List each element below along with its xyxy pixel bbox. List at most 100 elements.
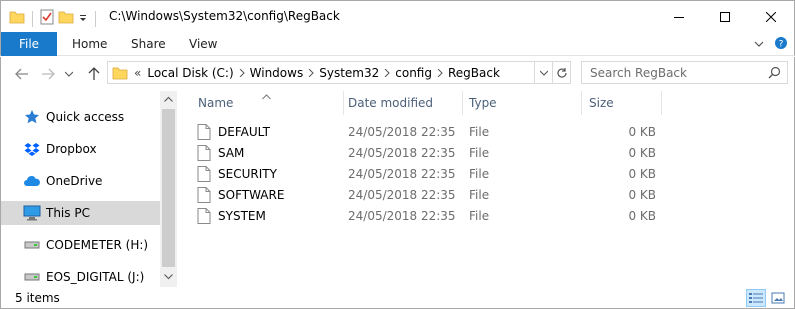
sidebar-item-label: EOS_DIGITAL (J:) [46, 270, 145, 284]
address-bar[interactable]: « Local Disk (C:) Windows System32 confi… [107, 61, 571, 84]
chevron-right-icon[interactable] [437, 68, 443, 77]
sidebar-item-label: CODEMETER (H:) [46, 238, 149, 252]
column-header-size[interactable]: Size [568, 91, 661, 115]
file-row[interactable]: SOFTWARE 24/05/2018 22:35 File 0 KB [197, 184, 677, 205]
file-type: File [469, 145, 490, 160]
file-type: File [469, 124, 490, 139]
column-header-date-modified[interactable]: Date modified [327, 91, 462, 115]
new-folder-icon[interactable] [58, 10, 74, 27]
recent-locations-button[interactable] [63, 65, 75, 83]
file-size: 0 KB [628, 208, 656, 223]
quick-access-toolbar [9, 9, 99, 28]
help-icon[interactable]: ? [774, 36, 788, 53]
file-icon [197, 207, 211, 224]
file-row[interactable]: DEFAULT 24/05/2018 22:35 File 0 KB [197, 121, 677, 142]
file-icon [197, 144, 211, 161]
details-view-icon [749, 293, 763, 303]
sidebar-item-quick-access[interactable]: Quick access [1, 105, 160, 129]
close-icon [766, 11, 776, 22]
tab-home[interactable]: Home [72, 32, 107, 56]
search-input[interactable]: Search RegBack [581, 61, 788, 84]
sidebar-item-this-pc[interactable]: This PC [1, 201, 160, 225]
file-date: 24/05/2018 22:35 [348, 166, 456, 181]
scroll-up-button[interactable] [160, 91, 177, 107]
column-header-label: Size [589, 96, 614, 110]
item-count: 5 items [15, 290, 60, 305]
forward-arrow-icon [42, 68, 55, 80]
file-size: 0 KB [628, 166, 656, 181]
file-date: 24/05/2018 22:35 [348, 124, 456, 139]
navigation-bar: « Local Disk (C:) Windows System32 confi… [0, 57, 795, 91]
file-icon [197, 123, 211, 140]
chevron-right-icon[interactable] [308, 68, 314, 77]
chevron-down-icon [65, 71, 73, 77]
properties-icon[interactable] [40, 9, 54, 28]
breadcrumb-item[interactable]: Local Disk (C:) [147, 66, 233, 80]
file-type: File [469, 166, 490, 181]
file-type: File [469, 208, 490, 223]
expand-ribbon-icon[interactable] [754, 38, 764, 52]
up-button[interactable] [85, 65, 103, 83]
file-row[interactable]: SYSTEM 24/05/2018 22:35 File 0 KB [197, 205, 677, 226]
file-date: 24/05/2018 22:35 [348, 208, 456, 223]
details-view-button[interactable] [746, 289, 766, 307]
file-row[interactable]: SAM 24/05/2018 22:35 File 0 KB [197, 142, 677, 163]
drive-icon [23, 237, 41, 253]
window-controls [656, 1, 794, 32]
refresh-button[interactable] [552, 62, 570, 83]
scrollbar-thumb[interactable] [162, 109, 175, 267]
minimize-icon [674, 16, 684, 18]
sort-ascending-icon [262, 89, 271, 103]
large-icons-view-button[interactable] [768, 289, 788, 307]
search-icon[interactable] [768, 66, 781, 82]
file-size: 0 KB [628, 187, 656, 202]
sidebar-item-dropbox[interactable]: Dropbox [1, 137, 160, 161]
breadcrumb-overflow[interactable]: « [134, 66, 141, 80]
sidebar-item-onedrive[interactable]: OneDrive [1, 169, 160, 193]
column-divider[interactable] [661, 91, 662, 115]
breadcrumb-item[interactable]: Windows [250, 66, 304, 80]
sidebar-item-codemeter[interactable]: CODEMETER (H:) [1, 233, 160, 257]
breadcrumb-item[interactable]: config [395, 66, 432, 80]
status-bar: 5 items [0, 287, 795, 309]
forward-button[interactable] [39, 65, 57, 83]
maximize-icon [720, 11, 730, 22]
file-date: 24/05/2018 22:35 [348, 145, 456, 160]
qat-dropdown-icon[interactable] [78, 12, 88, 26]
refresh-icon [556, 67, 567, 78]
qat-divider [32, 10, 33, 27]
tab-file[interactable]: File [1, 32, 57, 56]
file-list: Name Date modified Type Size DEFAULT 24/… [177, 91, 795, 287]
sidebar-item-label: Dropbox [46, 142, 97, 156]
breadcrumb-item[interactable]: System32 [319, 66, 379, 80]
view-switcher [746, 289, 788, 307]
up-arrow-icon [88, 67, 100, 80]
tab-view[interactable]: View [189, 32, 217, 56]
address-bar-controls [534, 62, 570, 83]
tab-share[interactable]: Share [131, 32, 166, 56]
file-name: DEFAULT [218, 124, 270, 139]
file-row[interactable]: SECURITY 24/05/2018 22:35 File 0 KB [197, 163, 677, 184]
column-header-name[interactable]: Name [177, 91, 343, 115]
file-type: File [469, 187, 490, 202]
back-button[interactable] [13, 65, 31, 83]
column-header-type[interactable]: Type [448, 91, 581, 115]
folder-icon [9, 10, 25, 27]
close-button[interactable] [748, 1, 794, 32]
navigation-pane: Quick access Dropbox OneDrive This PC CO… [0, 91, 160, 287]
chevron-right-icon[interactable] [384, 68, 390, 77]
chevron-right-icon[interactable] [239, 68, 245, 77]
navigation-pane-scrollbar[interactable] [160, 91, 177, 287]
file-date: 24/05/2018 22:35 [348, 187, 456, 202]
scroll-down-button[interactable] [160, 269, 177, 285]
sidebar-item-eos-digital[interactable]: EOS_DIGITAL (J:) [1, 265, 160, 287]
chevron-down-icon [164, 274, 173, 280]
address-history-button[interactable] [534, 62, 552, 83]
maximize-button[interactable] [702, 1, 748, 32]
minimize-button[interactable] [656, 1, 702, 32]
computer-icon [23, 205, 41, 221]
breadcrumb-item[interactable]: RegBack [448, 66, 500, 80]
file-size: 0 KB [628, 145, 656, 160]
drive-icon [23, 269, 41, 285]
large-icons-view-icon [771, 292, 785, 304]
